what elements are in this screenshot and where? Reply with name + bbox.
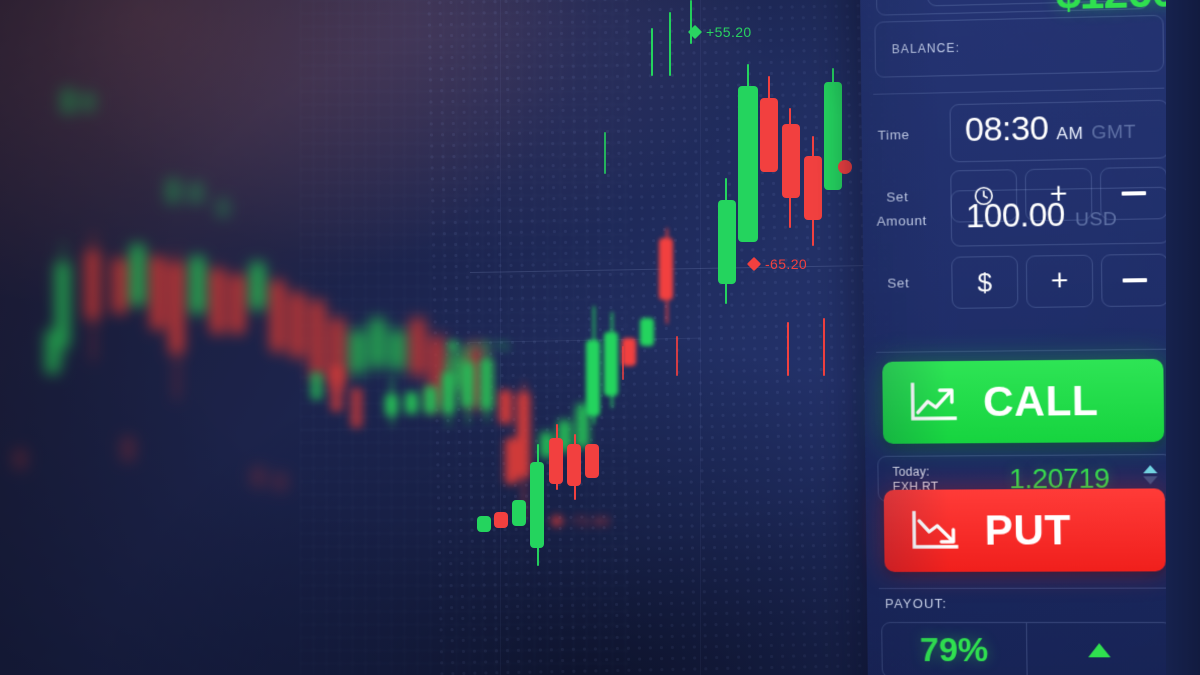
time-value: 08:30 [964, 109, 1049, 150]
screen-right-edge [1166, 0, 1200, 675]
time-row: Time 08:30 AM GMT [873, 99, 1170, 168]
annotation-value: -72.80 [568, 513, 611, 529]
exchange-rate-label-line1: Today: [892, 464, 930, 479]
diamond-marker-icon [746, 256, 762, 272]
amount-value-field[interactable]: 100.00 USD [950, 186, 1171, 247]
plus-icon: + [1050, 264, 1069, 298]
divider-above-time [873, 87, 1165, 95]
amount-label: Amount [876, 212, 927, 229]
chart-down-arrow-icon [910, 510, 963, 552]
triangle-up-icon [1087, 643, 1111, 658]
balance-label: BALANCE: [891, 40, 961, 57]
payout-percent-cell: 79% [882, 623, 1026, 675]
amount-set-row: Set $ + [875, 253, 1171, 314]
balance-amount: $1260 [1056, 0, 1176, 19]
annotation-value: +52.70 [464, 338, 510, 354]
time-label: Time [877, 127, 910, 143]
divider-above-call [876, 348, 1168, 353]
payout-label: PAYOUT: [884, 595, 948, 612]
amount-currency-button[interactable]: $ [951, 255, 1019, 309]
call-button-label: CALL [982, 376, 1099, 426]
payout-percent: 79% [919, 631, 989, 670]
trade-control-panel: Price BALANCE: $1260 Time 08:30 AM GMT S… [859, 0, 1190, 675]
call-button[interactable]: CALL [882, 358, 1165, 444]
chart-up-arrow-icon [908, 381, 961, 424]
diamond-marker-icon [549, 513, 565, 529]
triangle-up-icon [1143, 465, 1158, 474]
diamond-marker-icon [445, 338, 461, 354]
annotation-value: +55.20 [706, 24, 752, 40]
annotation-loss-bottom: -72.80 [549, 513, 611, 529]
payout-direction-cell [1026, 623, 1172, 675]
amount-currency: USD [1074, 208, 1118, 231]
amount-value: 100.00 [965, 195, 1066, 235]
annotation-profit-mid: +52.70 [445, 338, 510, 354]
minus-icon [1122, 278, 1148, 283]
dollar-icon: $ [977, 267, 993, 298]
time-meridiem: AM [1056, 123, 1084, 144]
amount-set-label: Set [887, 275, 910, 291]
diamond-marker-icon [687, 24, 703, 40]
annotation-profit-top: +55.20 [687, 24, 752, 40]
annotation-value: -65.20 [765, 256, 808, 272]
balance-row: BALANCE: [874, 14, 1165, 78]
annotation-loss-right: -65.20 [746, 256, 808, 272]
exchange-rate-direction [1143, 465, 1158, 485]
time-timezone: GMT [1091, 121, 1137, 144]
payout-row: 79% [881, 621, 1174, 675]
amount-decrease-button[interactable] [1100, 253, 1169, 308]
amount-increase-button[interactable]: + [1025, 254, 1094, 308]
put-button-label: PUT [984, 506, 1072, 554]
amount-row: Amount 100.00 USD [874, 186, 1171, 252]
put-button[interactable]: PUT [883, 488, 1166, 572]
triangle-down-icon [1143, 476, 1158, 485]
trading-terminal-screen: +55.20 -65.20 +52.70 -72.80 Price BALANC… [0, 0, 1200, 675]
divider-above-payout [878, 587, 1171, 589]
time-value-field[interactable]: 08:30 AM GMT [949, 99, 1170, 163]
